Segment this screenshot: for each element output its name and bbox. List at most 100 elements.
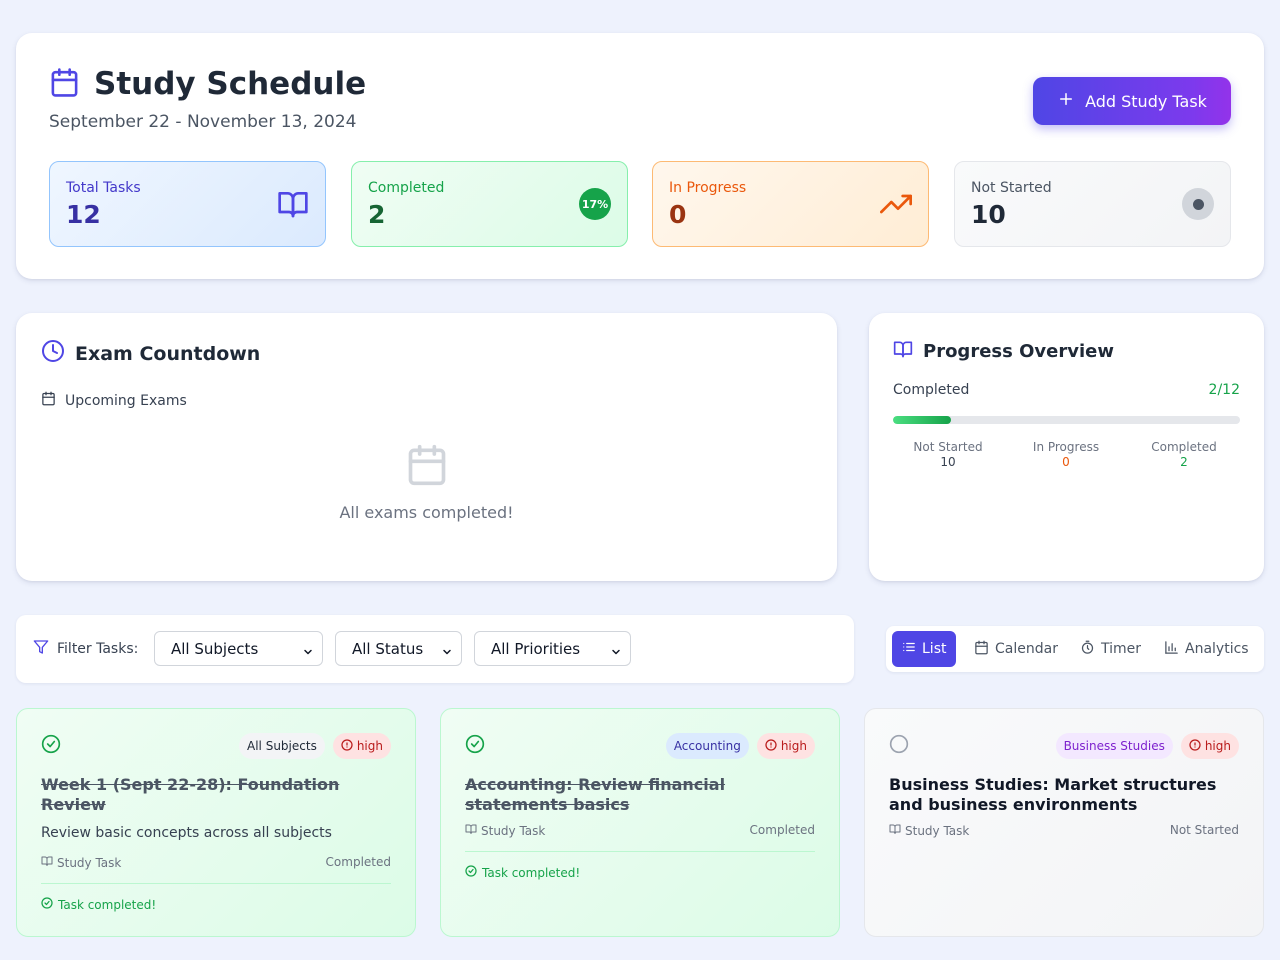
priority-badge: high — [756, 733, 815, 759]
alert-circle-icon — [765, 738, 777, 754]
tab-analytics[interactable]: Analytics — [1154, 631, 1259, 667]
tab-calendar[interactable]: Calendar — [964, 631, 1068, 667]
filter-icon — [33, 639, 49, 659]
tab-list[interactable]: List — [892, 631, 957, 667]
task-status: Not Started — [1169, 823, 1239, 837]
priority-badge: high — [332, 733, 391, 759]
subject-select[interactable]: All Subjects — [154, 631, 323, 666]
task-kind: Study Task — [41, 855, 121, 870]
filter-label: Filter Tasks: — [57, 641, 139, 657]
priority-select-value: All Priorities — [491, 639, 581, 658]
task-meta: Study Task Not Started — [889, 823, 1239, 838]
tab-timer-label: Timer — [1101, 641, 1142, 657]
task-card[interactable]: All Subjects high Week 1 (Sept 22-28): F… — [16, 708, 416, 937]
task-card[interactable]: Accounting high Accounting: Review finan… — [440, 708, 840, 937]
circle-dot-icon — [1182, 188, 1214, 220]
task-title: Accounting: Review financial statements … — [465, 775, 726, 814]
exam-countdown-title: Exam Countdown — [75, 342, 261, 365]
calendar-icon — [49, 67, 80, 102]
upcoming-exams-header: Upcoming Exams — [41, 391, 187, 410]
stat-value: 2 — [368, 200, 386, 229]
po-value: 2 — [1180, 455, 1188, 469]
task-completed-message: Task completed! — [41, 897, 156, 912]
tab-calendar-label: Calendar — [995, 641, 1058, 657]
check-circle-icon — [41, 897, 53, 912]
book-open-icon — [41, 855, 53, 870]
book-open-icon — [893, 339, 913, 364]
priority-label: high — [780, 739, 807, 753]
completed-text: Task completed! — [482, 865, 581, 880]
po-value: 0 — [1062, 455, 1070, 469]
tab-list-label: List — [922, 641, 947, 657]
stat-not-started: Not Started 10 — [954, 161, 1231, 247]
plus-icon — [1057, 90, 1075, 112]
page-title: Study Schedule — [94, 66, 367, 102]
filter-label-group: Filter Tasks: — [33, 639, 138, 659]
progress-bar — [893, 416, 1240, 424]
check-circle-icon[interactable] — [41, 734, 61, 758]
stat-value: 12 — [66, 200, 101, 229]
stat-label: In Progress — [669, 180, 747, 196]
alert-circle-icon — [341, 738, 353, 754]
book-open-icon — [889, 823, 901, 838]
calendar-icon — [405, 441, 449, 493]
task-badges: Business Studies high — [1055, 733, 1239, 759]
task-title: Week 1 (Sept 22-28): Foundation Review — [41, 775, 340, 814]
status-select-value: All Status — [352, 639, 424, 658]
task-completed-message: Task completed! — [465, 865, 580, 880]
po-completed: Completed 2 — [1129, 440, 1239, 469]
status-select[interactable]: All Status — [335, 631, 462, 666]
book-open-icon — [465, 823, 477, 838]
priority-select[interactable]: All Priorities — [474, 631, 631, 666]
task-meta: Study Task Completed — [41, 855, 391, 870]
po-label: Not Started — [913, 440, 983, 454]
check-circle-icon — [465, 865, 477, 880]
circle-icon[interactable] — [889, 734, 909, 758]
po-label: Completed — [1151, 440, 1217, 454]
timer-icon — [1080, 640, 1095, 659]
stat-completed: Completed 2 17% — [351, 161, 628, 247]
book-open-icon — [277, 188, 309, 220]
add-study-task-button[interactable]: Add Study Task — [1033, 77, 1231, 125]
subject-badge: Accounting — [665, 733, 749, 759]
subject-select-value: All Subjects — [171, 639, 259, 658]
stat-value: 0 — [669, 200, 687, 229]
progress-bar-fill — [893, 416, 951, 424]
progress-overview-title: Progress Overview — [923, 341, 1114, 362]
chevron-down-icon — [610, 644, 622, 662]
stat-label: Total Tasks — [66, 180, 141, 196]
clock-icon — [41, 339, 65, 368]
task-status: Completed — [749, 823, 815, 837]
percent-badge: 17% — [579, 188, 611, 220]
task-card[interactable]: Business Studies high Business Studies: … — [864, 708, 1264, 937]
subject-badge: Business Studies — [1055, 733, 1173, 759]
exam-countdown-header: Exam Countdown — [41, 339, 260, 368]
task-status: Completed — [325, 855, 391, 869]
tab-timer[interactable]: Timer — [1070, 631, 1151, 667]
task-badges: Accounting high — [665, 733, 815, 759]
completed-row: Completed 2/12 — [893, 382, 1240, 398]
empty-exams-message: All exams completed! — [339, 503, 514, 522]
upcoming-exams-label: Upcoming Exams — [65, 392, 187, 409]
priority-label: high — [1204, 739, 1231, 753]
po-label: In Progress — [1032, 440, 1100, 454]
calendar-icon — [41, 391, 56, 410]
task-description: Review basic concepts across all subject… — [41, 825, 332, 841]
header-card: Study Schedule September 22 - November 1… — [16, 33, 1264, 279]
check-circle-icon[interactable] — [465, 734, 485, 758]
po-in-progress: In Progress 0 — [1011, 440, 1121, 469]
stat-value: 10 — [971, 200, 1006, 229]
completed-text: Task completed! — [58, 897, 157, 912]
completed-label: Completed — [893, 382, 970, 398]
list-icon — [902, 640, 916, 658]
po-value: 10 — [940, 455, 956, 469]
priority-badge: high — [1180, 733, 1239, 759]
task-kind: Study Task — [465, 823, 545, 838]
filter-bar: Filter Tasks: All Subjects All Status Al… — [16, 615, 854, 683]
po-not-started: Not Started 10 — [893, 440, 1003, 469]
task-kind-label: Study Task — [57, 855, 122, 870]
progress-overview-header: Progress Overview — [893, 339, 1114, 364]
add-study-task-label: Add Study Task — [1085, 91, 1207, 111]
progress-overview-card: Progress Overview Completed 2/12 Not Sta… — [869, 313, 1264, 581]
stat-total-tasks: Total Tasks 12 — [49, 161, 326, 247]
